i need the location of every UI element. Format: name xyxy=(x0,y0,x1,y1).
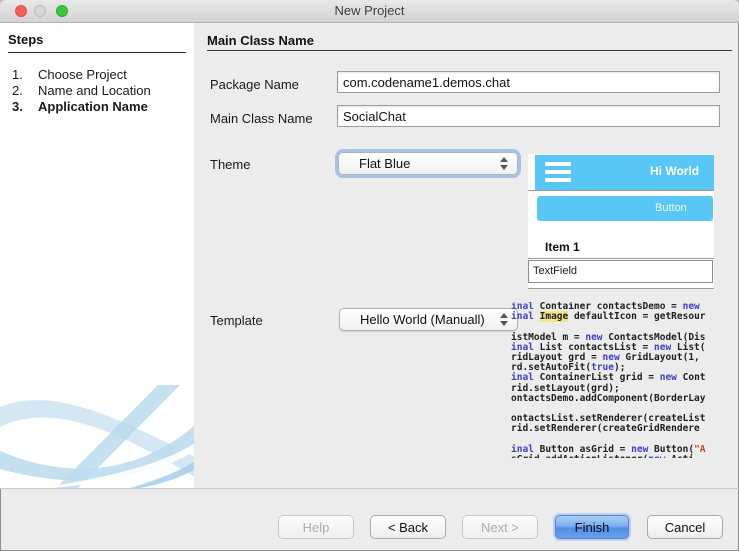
step-application-name: 3. Application Name xyxy=(0,99,194,115)
finish-button[interactable]: Finish xyxy=(555,515,629,539)
back-button[interactable]: < Back xyxy=(370,515,446,539)
theme-selected-value: Flat Blue xyxy=(359,156,410,171)
hamburger-menu-icon xyxy=(545,162,571,183)
preview-textfield: TextField xyxy=(528,260,713,283)
step-name-and-location: 2. Name and Location xyxy=(0,83,194,99)
steps-panel: Steps 1. Choose Project 2. Name and Loca… xyxy=(0,23,194,488)
package-name-label: Package Name xyxy=(210,77,299,92)
steps-heading: Steps xyxy=(8,32,43,47)
decorative-swoosh xyxy=(0,385,194,488)
titlebar: New Project xyxy=(0,0,739,23)
window-title: New Project xyxy=(0,3,739,18)
main-class-name-input[interactable] xyxy=(337,105,720,127)
stepper-arrows-icon xyxy=(500,157,508,170)
cancel-button[interactable]: Cancel xyxy=(647,515,723,539)
package-name-input[interactable] xyxy=(337,71,720,93)
theme-dropdown[interactable]: Flat Blue xyxy=(338,152,518,175)
footer-separator xyxy=(0,488,739,489)
help-button[interactable]: Help xyxy=(278,515,354,539)
theme-preview: Hi World Button Item 1 TextField xyxy=(528,154,714,289)
template-selected-value: Hello World (Manuall) xyxy=(360,312,485,327)
section-title: Main Class Name xyxy=(207,33,314,48)
section-rule xyxy=(207,50,732,51)
steps-list: 1. Choose Project 2. Name and Location 3… xyxy=(0,67,194,115)
template-dropdown[interactable]: Hello World (Manuall) xyxy=(339,308,518,331)
template-label: Template xyxy=(210,313,263,328)
new-project-dialog: New Project Steps 1. Choose Project 2. N… xyxy=(0,0,739,551)
main-class-name-label: Main Class Name xyxy=(210,111,313,126)
next-button[interactable]: Next > xyxy=(462,515,538,539)
preview-button: Button xyxy=(537,196,713,221)
steps-rule xyxy=(8,52,186,53)
code-preview: inal Container contactsDemo = newinal Im… xyxy=(511,302,739,458)
stepper-arrows-icon xyxy=(500,313,508,326)
theme-label: Theme xyxy=(210,157,250,172)
step-choose-project: 1. Choose Project xyxy=(0,67,194,83)
preview-title: Hi World xyxy=(650,164,699,178)
preview-list-item: Item 1 xyxy=(545,240,580,254)
